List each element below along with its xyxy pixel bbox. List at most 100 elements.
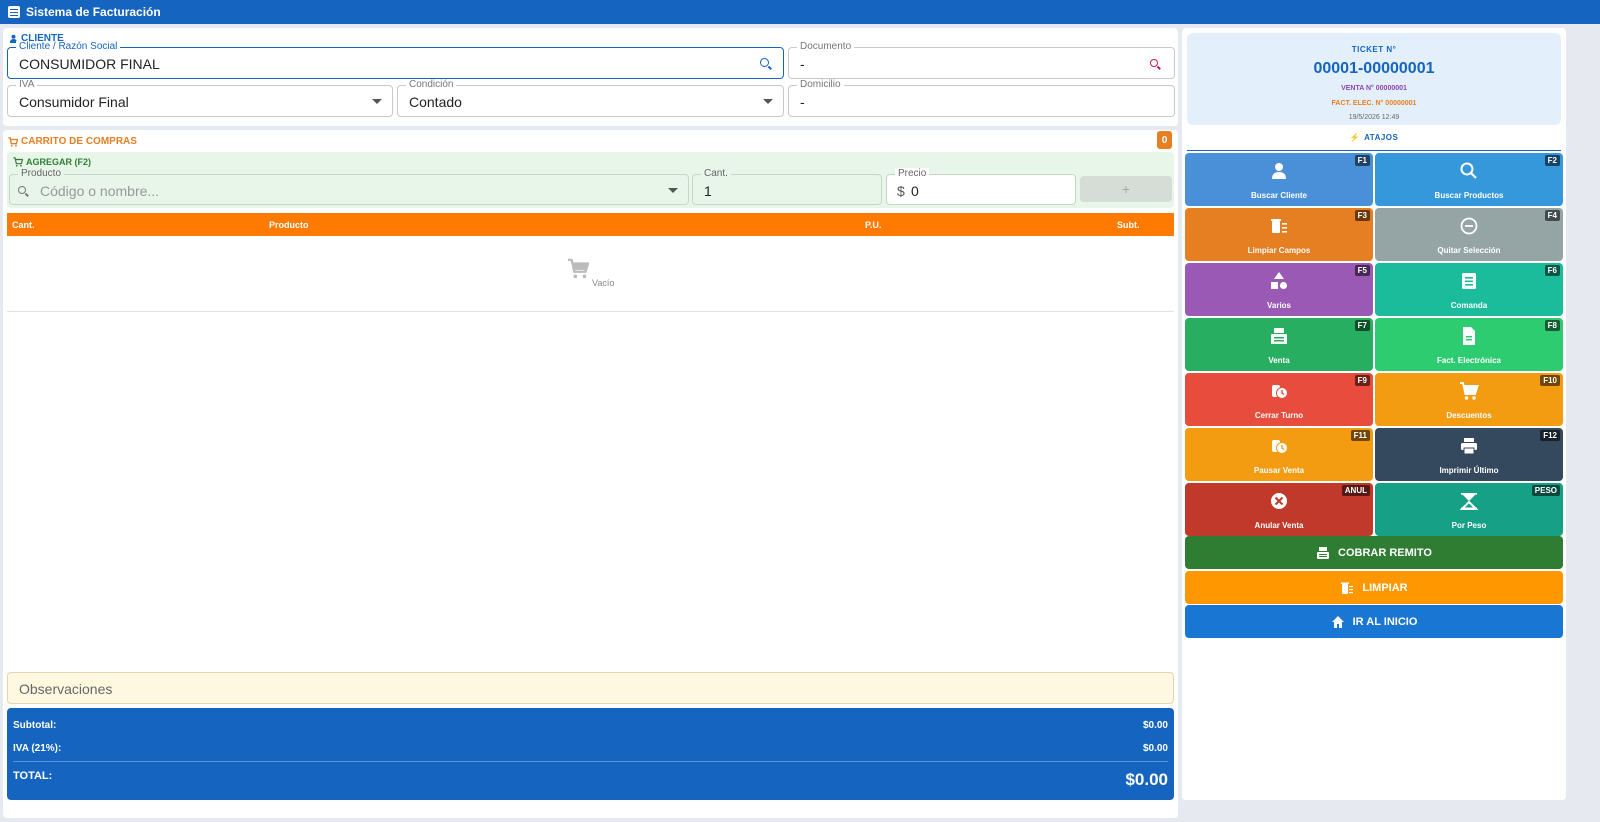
register-icon bbox=[1317, 546, 1330, 559]
shortcuts-title-text: ATAJOS bbox=[1364, 133, 1399, 142]
currency-symbol: $ bbox=[897, 183, 905, 199]
iva-select[interactable]: IVA Consumidor Final bbox=[7, 79, 393, 117]
price-value[interactable]: 0 bbox=[911, 183, 919, 199]
shortcut-descuentos-button[interactable]: F10 Descuentos bbox=[1375, 373, 1563, 426]
invoice-number: FACT. ELEC. N° 00000001 bbox=[1331, 100, 1417, 107]
ir-inicio-button[interactable]: IR AL INICIO bbox=[1185, 605, 1563, 638]
add-product-box: AGREGAR (F2) Producto Código o nombre...… bbox=[7, 152, 1174, 208]
product-placeholder[interactable]: Código o nombre... bbox=[40, 183, 159, 199]
shortcut-comanda-button[interactable]: F6 Comanda bbox=[1375, 263, 1563, 316]
shortcut-label: Anular Venta bbox=[1254, 521, 1304, 530]
ticket-number: 00001-00000001 bbox=[1313, 60, 1435, 77]
totals-divider bbox=[13, 761, 1168, 762]
client-name-field[interactable]: Cliente / Razón Social CONSUMIDOR FINAL bbox=[7, 41, 784, 79]
ticket-datetime: 19/5/2026 12:49 bbox=[1348, 114, 1400, 121]
shortcut-venta-button[interactable]: F7 Venta bbox=[1185, 318, 1373, 371]
limpiar-label: LIMPIAR bbox=[1362, 581, 1408, 594]
shortcut-label: Limpiar Campos bbox=[1247, 246, 1311, 255]
client-name-label: Cliente / Razón Social bbox=[16, 41, 121, 52]
shortcut-por-peso-button[interactable]: PESO Por Peso bbox=[1375, 483, 1563, 536]
cart-section-title: CARRITO DE COMPRAS bbox=[8, 136, 137, 147]
shortcut-fact-electronica-button[interactable]: F8 Fact. Electrónica bbox=[1375, 318, 1563, 371]
clock-icon bbox=[1272, 385, 1288, 399]
quantity-field[interactable]: Cant. 1 bbox=[692, 168, 882, 205]
shortcut-label: Venta bbox=[1268, 356, 1290, 365]
shortcut-pausar-venta-button[interactable]: F11 Pausar Venta bbox=[1185, 428, 1373, 481]
document-icon bbox=[1463, 327, 1475, 345]
shortcut-quitar-seleccion-button[interactable]: F4 Quitar Selección bbox=[1375, 208, 1563, 261]
cart-icon bbox=[8, 136, 18, 147]
address-field[interactable]: Domicilio - bbox=[788, 79, 1175, 117]
search-icon bbox=[1460, 162, 1477, 179]
quantity-value[interactable]: 1 bbox=[704, 183, 712, 199]
home-icon bbox=[1331, 615, 1344, 628]
add-title-text: AGREGAR (F2) bbox=[26, 157, 91, 167]
clear-icon bbox=[1341, 582, 1354, 594]
person-icon bbox=[1272, 163, 1286, 179]
sale-number: VENTA N° 00000001 bbox=[1341, 85, 1407, 92]
shortcut-imprimir-ultimo-button[interactable]: F12 Imprimir Último bbox=[1375, 428, 1563, 481]
cart-title-text: CARRITO DE COMPRAS bbox=[21, 136, 137, 147]
document-field[interactable]: Documento - bbox=[788, 41, 1175, 79]
shortcut-key-badge: F9 bbox=[1354, 375, 1370, 386]
subtotal-value: $0.00 bbox=[1142, 720, 1168, 731]
search-icon[interactable] bbox=[1150, 59, 1158, 67]
product-select[interactable]: Producto Código o nombre... bbox=[9, 168, 689, 205]
shortcut-key-badge: F5 bbox=[1354, 265, 1370, 276]
limpiar-button[interactable]: LIMPIAR bbox=[1185, 571, 1563, 604]
column-unit-price: P.U. bbox=[865, 220, 882, 230]
condition-select[interactable]: Condición Contado bbox=[397, 79, 784, 117]
cart-panel: CARRITO DE COMPRAS 0 AGREGAR (F2) Produc… bbox=[3, 130, 1178, 818]
shortcut-key-badge: ANUL bbox=[1341, 485, 1370, 496]
shortcut-label: Buscar Cliente bbox=[1250, 191, 1308, 200]
shortcut-cerrar-turno-button[interactable]: F9 Cerrar Turno bbox=[1185, 373, 1373, 426]
shortcut-key-badge: F4 bbox=[1544, 210, 1560, 221]
app-titlebar: Sistema de Facturación bbox=[0, 0, 1600, 24]
cart-empty-state: Vacío bbox=[7, 236, 1174, 312]
shortcut-key-badge: F7 bbox=[1354, 320, 1370, 331]
condition-value: Contado bbox=[409, 94, 462, 110]
address-label: Domicilio bbox=[797, 79, 844, 90]
menu-icon[interactable] bbox=[8, 6, 20, 18]
remove-circle-icon bbox=[1460, 217, 1478, 235]
bolt-icon: ⚡ bbox=[1349, 133, 1361, 142]
cancel-icon bbox=[1271, 493, 1287, 509]
scale-icon bbox=[1459, 493, 1479, 510]
address-value[interactable]: - bbox=[800, 94, 805, 110]
shortcut-anular-venta-button[interactable]: ANUL Anular Venta bbox=[1185, 483, 1373, 536]
search-icon[interactable] bbox=[760, 58, 769, 67]
shortcut-buscar-productos-button[interactable]: F2 Buscar Productos bbox=[1375, 153, 1563, 206]
shortcut-varios-button[interactable]: F5 Varios bbox=[1185, 263, 1373, 316]
shortcut-key-badge: F11 bbox=[1350, 430, 1370, 441]
iva-row: IVA (21%): $0.00 bbox=[13, 743, 1168, 754]
shortcut-buscar-cliente-button[interactable]: F1 Buscar Cliente bbox=[1185, 153, 1373, 206]
add-product-button[interactable]: + bbox=[1080, 176, 1172, 202]
list-icon bbox=[1462, 273, 1476, 289]
shortcut-label: Quitar Selección bbox=[1437, 246, 1501, 255]
shortcut-label: Descuentos bbox=[1446, 411, 1492, 420]
add-cart-icon bbox=[13, 157, 23, 167]
client-name-value[interactable]: CONSUMIDOR FINAL bbox=[19, 56, 160, 72]
clear-icon bbox=[1271, 219, 1287, 233]
empty-text: Vacío bbox=[592, 278, 615, 288]
cobrar-remito-button[interactable]: COBRAR REMITO bbox=[1185, 536, 1563, 569]
iva-total-value: $0.00 bbox=[1142, 743, 1168, 754]
observations-field[interactable]: Observaciones bbox=[7, 672, 1174, 704]
shortcut-key-badge: F3 bbox=[1354, 210, 1370, 221]
total-row: TOTAL: $0.00 bbox=[13, 770, 1168, 790]
shortcut-label: Comanda bbox=[1450, 301, 1488, 310]
shortcut-label: Varios bbox=[1266, 301, 1291, 310]
search-icon bbox=[18, 186, 26, 194]
iva-value: Consumidor Final bbox=[19, 94, 129, 110]
document-value[interactable]: - bbox=[800, 56, 805, 72]
shortcut-key-badge: F6 bbox=[1544, 265, 1560, 276]
shortcut-key-badge: F10 bbox=[1540, 375, 1560, 386]
shortcuts-title: ⚡ ATAJOS bbox=[1187, 133, 1561, 151]
price-field[interactable]: Precio $ 0 bbox=[886, 168, 1076, 205]
shortcut-limpiar-campos-button[interactable]: F3 Limpiar Campos bbox=[1185, 208, 1373, 261]
chevron-down-icon bbox=[372, 99, 382, 104]
print-icon bbox=[1461, 438, 1477, 455]
price-label: Precio bbox=[895, 168, 930, 179]
shortcut-key-badge: F12 bbox=[1540, 430, 1560, 441]
document-label: Documento bbox=[797, 41, 855, 52]
